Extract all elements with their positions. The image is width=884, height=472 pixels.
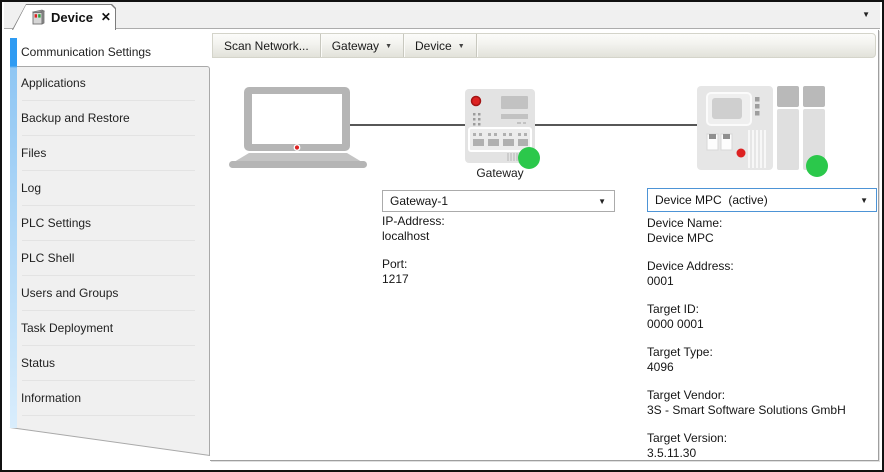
sidebar-item-plc-shell[interactable]: PLC Shell xyxy=(17,241,210,276)
tab-title: Device xyxy=(51,10,93,25)
gateway-caption: Gateway xyxy=(450,166,550,180)
sidebar: Communication Settings Applications Back… xyxy=(17,38,210,416)
combo-arrow-icon[interactable]: ▼ xyxy=(598,197,614,206)
sidebar-item-users-and-groups[interactable]: Users and Groups xyxy=(17,276,210,311)
gateway-menu-button[interactable]: Gateway ▼ xyxy=(321,34,404,57)
dropdown-arrow-icon: ▼ xyxy=(458,43,465,50)
communication-settings-panel: Scan Network... Gateway ▼ Device ▼ xyxy=(210,30,879,461)
scan-network-label: Scan Network... xyxy=(224,39,309,53)
device-menu-button[interactable]: Device ▼ xyxy=(404,34,477,57)
tab-bar: ▼ xyxy=(4,2,880,29)
tab-list-arrow-icon[interactable]: ▼ xyxy=(862,10,870,19)
device-menu-label: Device xyxy=(415,39,452,53)
field-value: localhost xyxy=(382,229,622,244)
sidebar-item-files[interactable]: Files xyxy=(17,136,210,171)
plc-device-icon xyxy=(697,86,837,181)
field-label: Device Address: xyxy=(647,259,884,274)
device-editor-window: ▼ Device ✕ Communication Settings Applic… xyxy=(0,0,884,472)
toolbar: Scan Network... Gateway ▼ Device ▼ xyxy=(212,33,876,58)
field-label: Port: xyxy=(382,257,622,272)
field-value: 0001 xyxy=(647,274,884,289)
field-label: Target Type: xyxy=(647,345,884,360)
field-value: 0000 0001 xyxy=(647,317,884,332)
gateway-select-value: Gateway-1 xyxy=(383,194,598,208)
tab-close-icon[interactable]: ✕ xyxy=(101,11,111,23)
gateway-menu-label: Gateway xyxy=(332,39,379,53)
device-select-value: Device MPC (active) xyxy=(648,193,860,207)
dropdown-arrow-icon: ▼ xyxy=(385,43,392,50)
device-select[interactable]: Device MPC (active) ▼ xyxy=(647,188,877,212)
combo-arrow-icon[interactable]: ▼ xyxy=(860,196,876,205)
field-label: Target Version: xyxy=(647,431,884,446)
field-label: Target Vendor: xyxy=(647,388,884,403)
field-value: 1217 xyxy=(382,272,622,287)
sidebar-item-status[interactable]: Status xyxy=(17,346,210,381)
sidebar-item-log[interactable]: Log xyxy=(17,171,210,206)
field-value: 3.5.11.30 xyxy=(647,446,884,461)
field-label: Device Name: xyxy=(647,216,884,231)
sidebar-item-information[interactable]: Information xyxy=(17,381,210,416)
sidebar-item-backup-and-restore[interactable]: Backup and Restore xyxy=(17,101,210,136)
field-value: 4096 xyxy=(647,360,884,375)
sidebar-item-task-deployment[interactable]: Task Deployment xyxy=(17,311,210,346)
tab-device[interactable]: Device ✕ xyxy=(12,4,116,30)
sidebar-item-plc-settings[interactable]: PLC Settings xyxy=(17,206,210,241)
scan-network-button[interactable]: Scan Network... xyxy=(213,34,321,57)
sidebar-item-communication-settings[interactable]: Communication Settings xyxy=(17,38,210,66)
device-status-led xyxy=(806,155,828,177)
sidebar-accent-strip xyxy=(10,38,17,428)
device-details: Device Name: Device MPC Device Address: … xyxy=(647,216,884,472)
field-label: IP-Address: xyxy=(382,214,622,229)
gateway-select[interactable]: Gateway-1 ▼ xyxy=(382,190,615,212)
pc-laptop-icon xyxy=(228,87,368,169)
gateway-details: IP-Address: localhost Port: 1217 xyxy=(382,214,622,300)
field-value: 3S - Smart Software Solutions GmbH xyxy=(647,403,884,418)
device-icon xyxy=(30,9,45,25)
field-value: Device MPC xyxy=(647,231,884,246)
gateway-device-icon xyxy=(465,89,543,173)
field-label: Target ID: xyxy=(647,302,884,317)
sidebar-item-applications[interactable]: Applications xyxy=(17,66,210,101)
